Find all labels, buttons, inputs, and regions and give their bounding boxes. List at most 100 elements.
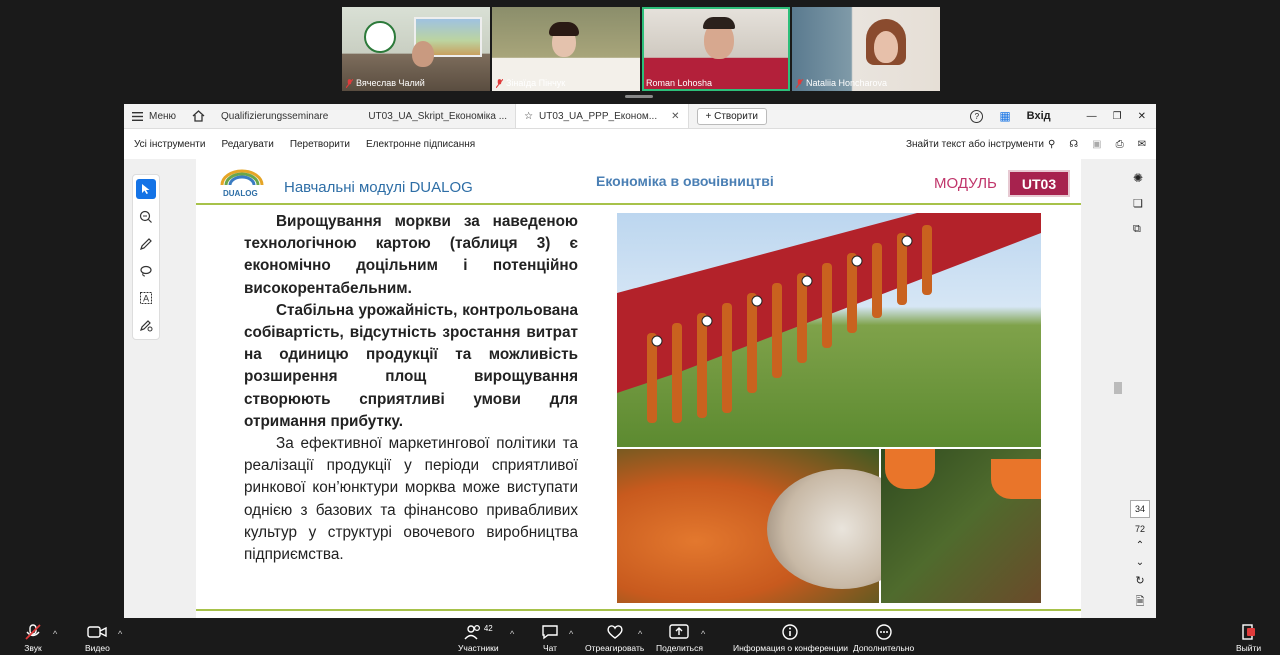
participants-count: 42 xyxy=(483,624,493,633)
pdf-page: DUALOG Навчальні модулі DUALOG Економіка… xyxy=(196,159,1081,618)
participants-button[interactable]: 42 Участники xyxy=(458,624,499,653)
participant-tile[interactable]: Зінаїда Пінчук xyxy=(492,7,640,91)
logo-text: DUALOG xyxy=(223,189,258,198)
comment-icon[interactable] xyxy=(137,208,155,226)
tab-ppp-current[interactable]: ☆ UT03_UA_PPP_Економ... ✕ xyxy=(515,104,689,128)
restore-icon[interactable]: ❐ xyxy=(1113,111,1122,122)
esign-button[interactable]: Електронне підписання xyxy=(366,139,475,150)
tab-qualifizierung[interactable]: Qualifizierungsseminare xyxy=(213,104,336,128)
muted-mic-icon xyxy=(346,78,353,88)
acrobat-window: Меню Qualifizierungsseminare UT03_UA_Skr… xyxy=(124,104,1156,618)
worker-shirt xyxy=(991,459,1041,499)
paragraph-2: Стабільна урожайність, контрольована соб… xyxy=(244,301,578,430)
participant-tile-active[interactable]: Roman Lohosha xyxy=(642,7,790,91)
apps-grid-icon[interactable]: ▦ xyxy=(999,109,1010,123)
share-button[interactable]: Поделиться xyxy=(656,624,703,653)
home-icon xyxy=(192,110,205,122)
search-tools-field[interactable]: Знайти текст або інструменти xyxy=(906,139,1044,150)
lasso-icon[interactable] xyxy=(137,262,155,280)
share-screen-icon xyxy=(669,624,690,639)
participants-icon xyxy=(464,624,480,640)
right-tool-rail: ✺ ❏ ⧉ 34 72 ⌃ ⌄ ↻ 🗎 xyxy=(1124,159,1156,618)
vertical-scrollbar[interactable] xyxy=(1114,159,1122,618)
react-button[interactable]: Отреагировать xyxy=(585,624,644,653)
participant-name: Roman Lohosha xyxy=(646,78,713,88)
chat-caret[interactable]: ^ xyxy=(569,629,573,639)
carrot-harvest-photo xyxy=(617,213,1041,447)
participant-name: Вячеслав Чалий xyxy=(346,78,425,88)
text-box-icon[interactable]: A xyxy=(137,289,155,307)
document-icon[interactable]: 🗎 xyxy=(1136,593,1145,612)
tab-skript[interactable]: UT03_UA_Skript_Економіка ... xyxy=(360,104,515,128)
close-window-icon[interactable]: ✕ xyxy=(1138,111,1146,122)
video-camera-icon xyxy=(87,626,108,638)
chevron-down-icon[interactable]: ⌄ xyxy=(1136,557,1144,568)
search-icon[interactable]: ⚲ xyxy=(1048,139,1055,150)
chat-icon xyxy=(542,625,558,640)
refresh-icon[interactable]: ↻ xyxy=(1135,574,1144,587)
react-caret[interactable]: ^ xyxy=(638,629,642,639)
document-area: A DUALOG Навчальні модулі DUALOG Економі… xyxy=(124,159,1156,618)
headphones-icon[interactable]: ☊ xyxy=(1069,139,1078,150)
menu-button[interactable]: Меню xyxy=(124,104,184,128)
select-cursor-icon[interactable] xyxy=(136,179,156,199)
left-tool-rail: A xyxy=(132,174,160,340)
bookmark-icon[interactable]: ❏ xyxy=(1133,197,1147,211)
home-button[interactable] xyxy=(184,104,213,128)
modul-label: МОДУЛЬ xyxy=(934,175,997,192)
carrot-collage xyxy=(617,213,1041,603)
audio-options-caret[interactable]: ^ xyxy=(53,629,57,639)
minimize-icon[interactable]: — xyxy=(1087,111,1097,122)
footer-divider xyxy=(196,609,1081,611)
convert-button[interactable]: Перетворити xyxy=(290,139,350,150)
participant-hair xyxy=(549,22,579,36)
module-series-title: Навчальні модулі DUALOG xyxy=(284,179,473,196)
participant-tile[interactable]: Вячеслав Чалий xyxy=(342,7,490,91)
email-icon[interactable]: ✉ xyxy=(1138,139,1146,150)
modul-code-badge: UT03 xyxy=(1008,170,1070,197)
help-icon[interactable]: ? xyxy=(970,109,984,123)
muted-mic-icon xyxy=(496,78,503,88)
scroll-thumb[interactable] xyxy=(1114,382,1122,394)
share-caret[interactable]: ^ xyxy=(701,629,705,639)
participant-face-front xyxy=(874,31,898,63)
participants-caret[interactable]: ^ xyxy=(510,629,514,639)
more-icon xyxy=(875,624,892,640)
participant-tile[interactable]: Nataliia Honcharova xyxy=(792,7,940,91)
paragraph-3: За ефективної маркетингової політики та … xyxy=(244,435,578,564)
edit-button[interactable]: Редагувати xyxy=(221,139,273,150)
audio-button[interactable]: Звук xyxy=(24,624,42,653)
paragraph-1: Вирощування моркви за наведеною технолог… xyxy=(244,213,578,297)
close-tab-icon[interactable]: ✕ xyxy=(671,111,679,122)
strip-drag-handle[interactable] xyxy=(625,95,653,98)
menu-label: Меню xyxy=(149,110,177,122)
more-button[interactable]: Дополнительно xyxy=(853,624,914,653)
stamp-icon[interactable] xyxy=(137,316,155,334)
leave-icon xyxy=(1241,624,1255,640)
sign-in-button[interactable]: Вхід xyxy=(1027,110,1051,122)
video-options-caret[interactable]: ^ xyxy=(118,629,122,639)
ai-assistant-icon[interactable]: ✺ xyxy=(1133,171,1147,185)
participant-name: Nataliia Honcharova xyxy=(796,78,887,88)
meeting-info-button[interactable]: Информация о конференции xyxy=(733,624,848,653)
university-logo xyxy=(364,21,396,53)
current-page-field[interactable]: 34 xyxy=(1129,500,1150,518)
pen-icon[interactable] xyxy=(137,235,155,253)
tab-bar: Меню Qualifizierungsseminare UT03_UA_Skr… xyxy=(124,104,1156,129)
video-button[interactable]: Видео xyxy=(85,624,110,653)
save-icon[interactable]: ▣ xyxy=(1092,139,1101,150)
meeting-toolbar: Звук ^ Видео ^ 42 Участники ^ Чат ^ Отре… xyxy=(0,620,1280,655)
participant-face xyxy=(412,41,434,67)
chat-button[interactable]: Чат xyxy=(541,624,559,653)
create-button[interactable]: + Створити xyxy=(696,107,767,125)
info-icon xyxy=(782,624,799,640)
participant-name: Зінаїда Пінчук xyxy=(496,78,565,88)
copy-pages-icon[interactable]: ⧉ xyxy=(1133,223,1147,237)
all-tools-button[interactable]: Усі інструменти xyxy=(134,139,205,150)
slide-body-text: Вирощування моркви за наведеною технолог… xyxy=(244,211,578,566)
print-icon[interactable]: ⎙ xyxy=(1116,139,1124,150)
chevron-up-icon[interactable]: ⌃ xyxy=(1136,540,1144,551)
muted-mic-icon xyxy=(796,78,803,88)
star-icon[interactable]: ☆ xyxy=(524,111,533,122)
leave-button[interactable]: Выйти xyxy=(1236,624,1261,653)
